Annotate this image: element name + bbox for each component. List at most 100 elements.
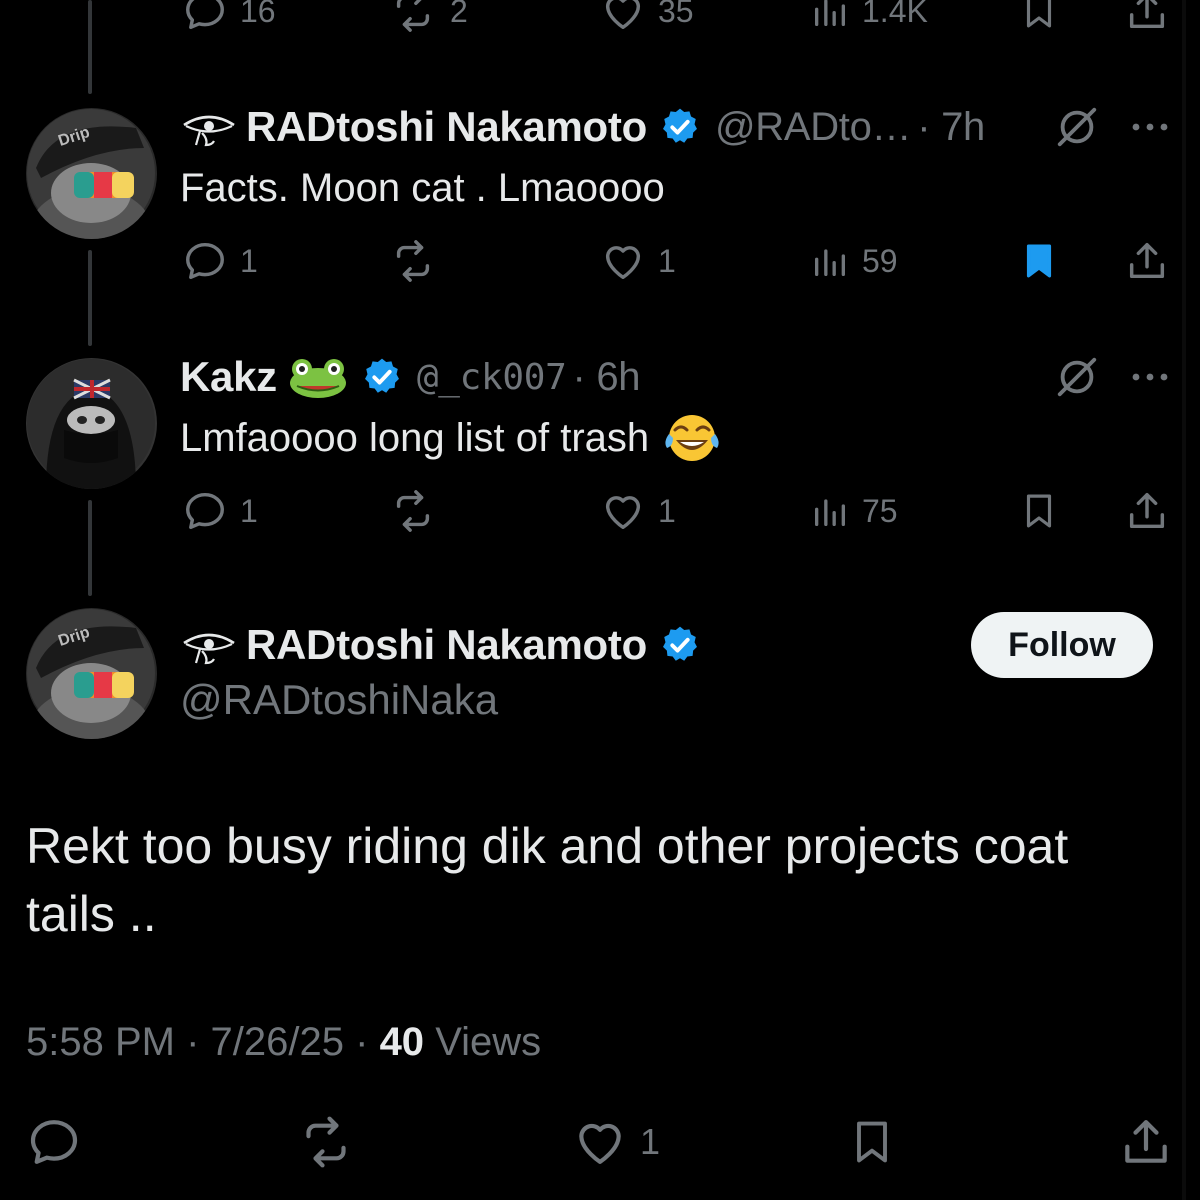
reply-button[interactable] xyxy=(26,1112,82,1172)
eye-of-horus-icon xyxy=(183,633,235,665)
share-button[interactable] xyxy=(1124,486,1170,536)
bookmark-icon xyxy=(1026,494,1052,528)
reply1-header: RADtoshi Nakamoto @RADto… · 7h xyxy=(180,102,985,152)
reply-icon xyxy=(186,492,224,530)
like-button[interactable]: 1 xyxy=(600,236,676,286)
like-count: 1 xyxy=(640,1121,661,1162)
grok-icon[interactable] xyxy=(1054,354,1100,400)
follow-button[interactable]: Follow xyxy=(971,612,1153,678)
separator: · xyxy=(186,1020,211,1064)
repost-button[interactable] xyxy=(388,236,438,286)
avatar[interactable] xyxy=(26,358,157,489)
repost-icon xyxy=(306,1116,346,1168)
reply1-text: Facts. Moon cat . Lmaoooo xyxy=(180,162,665,214)
like-count: 1 xyxy=(658,492,676,529)
share-icon xyxy=(1129,0,1165,29)
heart-icon xyxy=(605,496,641,530)
grok-icon[interactable] xyxy=(1054,104,1100,150)
heart-icon xyxy=(579,1123,621,1164)
reply-button[interactable]: 16 xyxy=(182,0,276,36)
share-button[interactable] xyxy=(1124,236,1170,286)
top-action-bar: 16 2 35 1.4K xyxy=(0,0,1200,36)
verified-badge-icon xyxy=(662,108,697,143)
timestamp[interactable]: · 6h xyxy=(572,355,640,400)
reply-icon xyxy=(186,242,224,280)
reply-icon xyxy=(30,1120,78,1164)
share-button[interactable] xyxy=(1124,0,1170,36)
repost-count: 2 xyxy=(450,0,468,29)
bookmark-button[interactable] xyxy=(1018,486,1060,536)
repost-button[interactable] xyxy=(388,486,438,536)
handle[interactable]: @_ck007 xyxy=(417,357,567,398)
reply2-action-bar: 1 1 75 xyxy=(0,486,1200,536)
bookmark-button[interactable] xyxy=(1018,0,1060,36)
like-button[interactable]: 35 xyxy=(600,0,694,36)
analytics-icon xyxy=(815,499,845,526)
views-button[interactable]: 59 xyxy=(810,236,898,286)
views-button[interactable]: 75 xyxy=(810,486,898,536)
display-name[interactable]: RADtoshi Nakamoto xyxy=(246,103,647,151)
share-button[interactable] xyxy=(1118,1112,1174,1172)
views-count: 40 xyxy=(379,1020,425,1064)
verified-badge-icon xyxy=(662,626,697,661)
reply2-header: Kakz @_ck007 · 6h xyxy=(180,352,641,402)
bookmark-icon xyxy=(857,1121,887,1163)
reply-count: 1 xyxy=(240,492,258,529)
handle[interactable]: @RADtoshiNaka xyxy=(180,676,498,724)
more-icon[interactable] xyxy=(1130,120,1170,134)
repost-icon xyxy=(396,0,430,32)
tweet-meta: 5:58 PM · 7/26/25 · 40 Views xyxy=(26,1020,541,1065)
bookmark-icon xyxy=(1026,0,1052,28)
repost-button[interactable] xyxy=(296,1112,356,1172)
share-icon xyxy=(1129,492,1165,529)
views-count: 1.4K xyxy=(862,0,928,29)
avatar[interactable]: Drip xyxy=(26,608,157,739)
handle[interactable]: @RADto… xyxy=(715,105,912,150)
share-icon xyxy=(1125,1120,1167,1163)
tweet-text: Facts. Moon cat . Lmaoooo xyxy=(180,165,665,210)
like-count: 1 xyxy=(658,242,676,279)
timestamp[interactable]: · 7h xyxy=(917,105,985,150)
views-label: Views xyxy=(435,1020,542,1064)
eye-of-horus-icon xyxy=(183,115,235,147)
bookmark-button[interactable] xyxy=(846,1112,898,1172)
views-count: 59 xyxy=(862,242,898,279)
separator: · xyxy=(355,1020,380,1064)
reply-button[interactable]: 1 xyxy=(182,486,258,536)
frog-emoji-icon xyxy=(289,359,346,398)
main-tweet-text: Rekt too busy riding dik and other proje… xyxy=(26,818,1069,942)
tweet-date[interactable]: 7/26/25 xyxy=(211,1020,344,1064)
reply-count: 16 xyxy=(240,0,276,29)
tweet-time[interactable]: 5:58 PM xyxy=(26,1020,175,1064)
heart-icon xyxy=(605,246,641,280)
views-button[interactable]: 1.4K xyxy=(810,0,928,36)
display-name[interactable]: RADtoshi Nakamoto xyxy=(246,621,647,669)
analytics-icon xyxy=(815,249,845,276)
reply1-action-bar: 1 1 59 xyxy=(0,236,1200,286)
more-icon[interactable] xyxy=(1130,370,1170,384)
like-count: 35 xyxy=(658,0,694,29)
reply2-text: Lmfaoooo long list of trash xyxy=(180,412,721,464)
reply-icon xyxy=(186,0,224,30)
bookmark-filled-icon xyxy=(1026,244,1052,278)
repost-button[interactable]: 2 xyxy=(388,0,468,36)
laughing-emoji-icon xyxy=(665,415,719,461)
main-action-bar: 1 xyxy=(0,1112,1200,1172)
heart-icon xyxy=(605,0,641,30)
views-count: 75 xyxy=(862,492,898,529)
reply-count: 1 xyxy=(240,242,258,279)
scrollbar[interactable] xyxy=(1182,0,1186,1200)
tweet-text: Lmfaoooo long list of trash xyxy=(180,415,650,460)
repost-icon xyxy=(396,240,430,282)
like-button[interactable]: 1 xyxy=(572,1112,660,1172)
analytics-icon xyxy=(815,0,845,26)
repost-icon xyxy=(396,490,430,532)
like-button[interactable]: 1 xyxy=(600,486,676,536)
bookmark-button[interactable] xyxy=(1018,236,1060,286)
verified-badge-icon xyxy=(364,358,399,393)
reply-button[interactable]: 1 xyxy=(182,236,258,286)
main-tweet-header: RADtoshi Nakamoto xyxy=(180,620,701,670)
display-name[interactable]: Kakz xyxy=(180,353,277,401)
avatar[interactable]: Drip xyxy=(26,108,157,239)
share-icon xyxy=(1129,242,1165,279)
